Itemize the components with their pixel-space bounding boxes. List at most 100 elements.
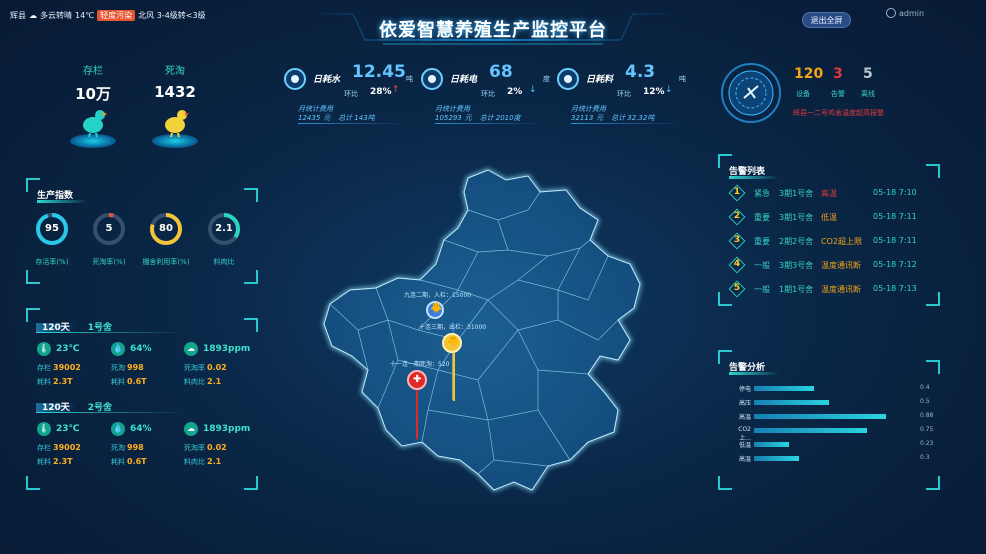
house-metric: 存栏 39002: [37, 443, 81, 453]
consumption-value: 68: [489, 62, 513, 82]
ring-ratio-value: 12%: [643, 87, 665, 97]
exit-fullscreen-button[interactable]: 退出全屏: [802, 12, 851, 28]
device-label: 设备: [796, 90, 810, 98]
house-humidity: 64%: [130, 424, 152, 434]
month-cost-line: 12435 元总计 143吨: [298, 113, 375, 123]
warning-text: 辉县一二号鸡舍温度超高报警: [793, 109, 884, 117]
device-radar-icon: [721, 63, 781, 123]
bar: [754, 414, 886, 419]
ring-ratio-value: 2%: [507, 87, 523, 97]
consumption-label: 日耗料: [586, 75, 614, 85]
alarm-location: 3期1号舍: [779, 189, 814, 198]
house-metric: 死淘率 0.02: [184, 443, 227, 453]
arrow-down-icon: ↓: [665, 85, 673, 95]
alarm-type: 低温: [821, 213, 837, 222]
alarm-index: 5: [733, 283, 741, 293]
alarm-index-diamond: 5: [728, 280, 746, 298]
alarm-time: 05-18 7:12: [873, 260, 917, 269]
alarm-time: 05-18 7:11: [873, 236, 917, 245]
alarm-row[interactable]: 3 重要 2期2号舍 CO2超上限 05-18 7:11: [728, 232, 939, 250]
metric-value: 39002: [53, 443, 81, 452]
alarm-index: 1: [733, 187, 741, 197]
bar-value: 0.75: [920, 426, 934, 433]
map-pin-yellow[interactable]: 🐥: [442, 333, 462, 353]
alarm-row[interactable]: 4 一般 3期3号舍 温度通讯断 05-18 7:12: [728, 256, 939, 274]
bar-label: 低温: [738, 442, 751, 449]
ring-value: 2.1: [215, 223, 233, 234]
consumption-icon: [557, 68, 579, 90]
death-stat: 死淘 1432: [152, 62, 198, 101]
alarm-index-diamond: 2: [728, 208, 746, 226]
user-menu[interactable]: admin: [886, 8, 924, 18]
bar-value: 0.4: [920, 384, 930, 391]
house-metric: 耗料 2.3T: [37, 377, 73, 387]
month-underline: [298, 123, 408, 124]
metric-label: 存栏: [37, 364, 51, 372]
metric-value: 2.1: [207, 377, 222, 386]
co2-cloud-icon: ☁: [184, 342, 198, 356]
alarm-level: 重要: [754, 237, 770, 246]
alarm-location: 1期1号舍: [779, 285, 814, 294]
ring-value: 5: [105, 223, 113, 234]
alarm-type: 高温: [821, 189, 837, 198]
production-title-bar: [37, 200, 87, 203]
humidity-icon: 💧: [111, 422, 125, 436]
alarm-type: CO2超上限: [821, 237, 862, 246]
alarm-time: 05-18 7:10: [873, 188, 917, 197]
month-total-value: 32.32吨: [627, 114, 655, 122]
co2-cloud-icon: ☁: [184, 422, 198, 436]
alarm-level: 一般: [754, 261, 770, 270]
death-value: 1432: [154, 83, 196, 101]
month-cost-unit: 元: [464, 114, 472, 122]
bar: [754, 428, 867, 433]
bar: [754, 386, 814, 391]
house-metric: 耗料 0.6T: [111, 377, 147, 387]
house-metric: 料肉比 2.1: [184, 457, 221, 467]
alarm-index-diamond: 3: [728, 232, 746, 250]
bar-label: 高压: [738, 400, 751, 407]
map-pin-blue[interactable]: 🐥: [426, 301, 444, 319]
house-underline: [36, 412, 186, 413]
page-title: 依爱智慧养殖生产监控平台: [379, 20, 607, 41]
ring-ratio-label: 环比: [481, 90, 495, 98]
weather-wind: 北风 3-4级转<3级: [138, 11, 206, 20]
metric-label: 料肉比: [184, 378, 205, 386]
device-count: 120: [794, 66, 824, 82]
alarm-index: 2: [733, 211, 741, 221]
alarm-level: 一般: [754, 285, 770, 294]
title-banner: 依爱智慧养殖生产监控平台: [313, 10, 673, 46]
thermometer-icon: 🌡: [37, 342, 51, 356]
alarm-time: 05-18 7:13: [873, 284, 917, 293]
bar-label: 高温: [738, 414, 751, 421]
metric-value: 0.6T: [127, 457, 147, 466]
alarm-row[interactable]: 2 重要 3期1号舍 低温 05-18 7:11: [728, 208, 939, 226]
offline-count: 5: [863, 66, 873, 82]
bar-value: 0.3: [920, 454, 930, 461]
humidity-icon: 💧: [111, 342, 125, 356]
ring-ratio-label: 环比: [617, 90, 631, 98]
bar-value: 0.5: [920, 398, 930, 405]
metric-label: 死淘: [111, 364, 125, 372]
map-pin-red[interactable]: ✚: [407, 370, 427, 390]
arrow-up-icon: ↑: [392, 85, 400, 95]
alarm-level: 紧急: [754, 189, 770, 198]
metric-label: 死淘率: [184, 444, 205, 452]
analysis-title-bar: [729, 372, 779, 375]
alarm-row[interactable]: 5 一般 1期1号舍 温度通讯断 05-18 7:13: [728, 280, 939, 298]
house-metric: 死淘 998: [111, 363, 144, 373]
metric-label: 死淘率: [184, 364, 205, 372]
house-metric: 耗料 2.3T: [37, 457, 73, 467]
house-metric: 死淘率 0.02: [184, 363, 227, 373]
ring-ratio-label: 环比: [344, 90, 358, 98]
alarm-type: 温度通讯断: [821, 285, 861, 294]
alarm-location: 2期2号舍: [779, 237, 814, 246]
metric-value: 39002: [53, 363, 81, 372]
province-map[interactable]: [318, 160, 658, 500]
month-cost-value: 12435: [298, 114, 321, 122]
house-temp: 23℃: [56, 424, 80, 434]
house-metric: 料肉比 2.1: [184, 377, 221, 387]
alarm-row[interactable]: 1 紧急 3期1号舍 高温 05-18 7:10: [728, 184, 939, 202]
alarm-type: 温度通讯断: [821, 261, 861, 270]
ring-label: 存活率(%): [35, 258, 69, 266]
pin-label-1: 九连二期，入栏：15000: [404, 292, 472, 299]
